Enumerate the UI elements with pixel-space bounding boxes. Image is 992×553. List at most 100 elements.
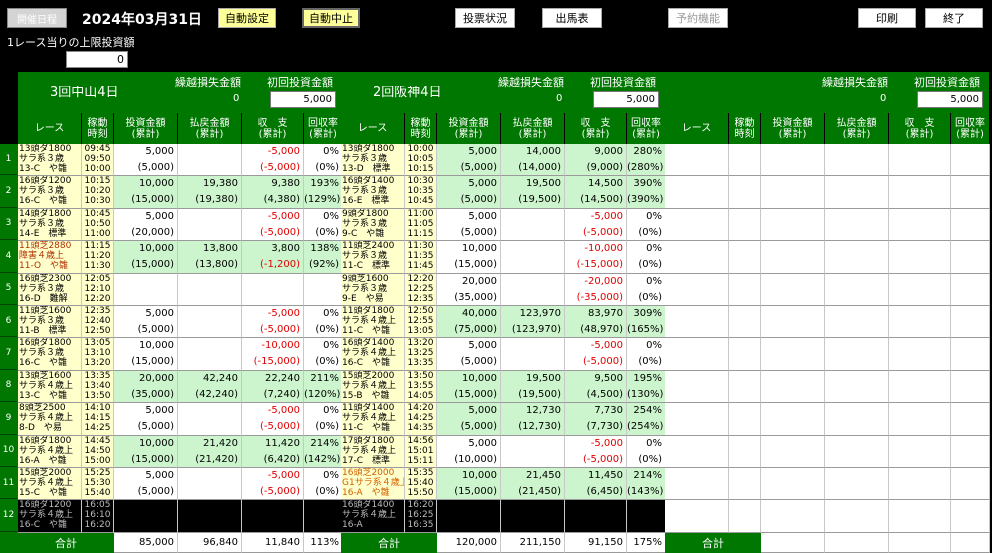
race-info-cell[interactable]: 16頭ダ1400 サラ系４歳上 16-A bbox=[341, 500, 405, 533]
row-number: 10 bbox=[0, 435, 17, 467]
race-info-line: サラ系３歳 bbox=[19, 348, 65, 359]
race-info-cell[interactable]: 11頭芝1600 サラ系３歳 11-B 標準 bbox=[18, 306, 82, 339]
profit-value: -10,000 bbox=[584, 243, 623, 255]
rate-value: (0%) bbox=[315, 356, 339, 368]
race-info-cell[interactable]: 9頭芝1600 サラ系３歳 9-E や易 bbox=[341, 273, 405, 306]
start-time: 13:55 bbox=[407, 380, 434, 391]
invest-value: 5,000 bbox=[145, 405, 174, 417]
race-info-cell[interactable] bbox=[665, 500, 729, 533]
invest-value: (15,000) bbox=[131, 356, 174, 368]
race-info-cell[interactable] bbox=[665, 176, 729, 209]
race-info-line: サラ系３歳 bbox=[342, 154, 388, 164]
payout-cell bbox=[825, 273, 889, 306]
profit-cell bbox=[889, 338, 951, 371]
race-info-cell[interactable]: 16頭ダ1800 サラ系４歳上 16-A や雛 bbox=[18, 435, 82, 468]
race-info-cell[interactable]: 16頭ダ1400 サラ系４歳上 16-C や雛 bbox=[341, 338, 405, 371]
payout-value: 12,730 bbox=[526, 405, 561, 417]
race-info-cell[interactable] bbox=[665, 338, 729, 371]
race-info-line: 11頭芝2880 bbox=[19, 241, 72, 252]
race-info-cell[interactable]: 11頭ダ1400 サラ系４歳上 11-C や雛 bbox=[341, 403, 405, 436]
column-header-text: (累計) bbox=[632, 128, 660, 140]
start-time-cell: 13:05 13:10 13:20 bbox=[82, 338, 114, 371]
race-info-line: 8-D や易 bbox=[19, 423, 62, 434]
column-header-text: 時刻 bbox=[410, 128, 431, 140]
race-info-line: サラ系３歳 bbox=[19, 283, 65, 294]
race-info-cell[interactable]: 16頭芝2300 サラ系３歳 16-D 難解 bbox=[18, 273, 82, 306]
start-time: 12:55 bbox=[407, 316, 434, 326]
race-info-cell[interactable]: 9頭ダ1800 サラ系３歳 9-C や雛 bbox=[341, 208, 405, 242]
start-time-cell bbox=[729, 435, 761, 468]
start-time-cell: 13:50 13:55 14:05 bbox=[405, 370, 437, 404]
profit-value: (6,450) bbox=[586, 486, 623, 497]
race-info-cell[interactable]: 16頭ダ1800 サラ系３歳 16-C や雛 bbox=[18, 338, 82, 371]
race-info-cell[interactable] bbox=[665, 208, 729, 242]
rate-value: 0% bbox=[646, 340, 662, 352]
race-info-cell[interactable] bbox=[665, 273, 729, 306]
race-info-cell[interactable]: 16頭ダ1200 サラ系３歳 16-C や雛 bbox=[18, 176, 82, 209]
payout-cell bbox=[501, 338, 565, 371]
rate-value: (0%) bbox=[638, 226, 662, 238]
column-header-text: 投資金額 bbox=[772, 117, 813, 129]
invest-cell: 5,000 (5,000) bbox=[437, 144, 501, 177]
entry-table-button[interactable]: 出馬表 bbox=[542, 8, 602, 28]
start-time: 16:25 bbox=[407, 510, 434, 521]
race-info-cell[interactable]: 11頭芝2400 サラ系３歳 11-C 標準 bbox=[341, 241, 405, 274]
row-number: 5 bbox=[0, 273, 17, 305]
start-time: 12:35 bbox=[84, 306, 111, 316]
vote-status-button[interactable]: 投票状況 bbox=[455, 8, 515, 28]
race-info-cell[interactable]: 17頭ダ1800 サラ系４歳上 17-C 標準 bbox=[341, 435, 405, 468]
race-info-cell[interactable] bbox=[665, 241, 729, 274]
invest-value: 5,000 bbox=[468, 210, 497, 222]
exit-button[interactable]: 終了 bbox=[925, 8, 983, 28]
row-number: 4 bbox=[0, 241, 17, 273]
start-time: 16:35 bbox=[407, 520, 434, 531]
start-time: 12:20 bbox=[407, 273, 434, 284]
race-info-cell[interactable]: 16頭ダ1400 サラ系３歳 16-E 標準 bbox=[341, 176, 405, 209]
race-info-cell[interactable]: 14頭ダ1800 サラ系３歳 14-E 標準 bbox=[18, 208, 82, 242]
race-info-cell[interactable] bbox=[665, 403, 729, 436]
race-info-cell[interactable]: 16頭芝2000 G1サラ系４歳上 16-A や雛 bbox=[341, 468, 405, 501]
race-info-cell[interactable]: 8頭芝2500 サラ系４歳上 8-D や易 bbox=[18, 403, 82, 436]
race-info-cell[interactable]: 11頭芝2880 障害４歳上 11-O や雛 bbox=[18, 241, 82, 274]
race-info-line: 16-C や雛 bbox=[19, 196, 67, 207]
column-header: 回収率 (累計) bbox=[304, 113, 343, 144]
column-header: 払戻金額 (累計) bbox=[825, 113, 889, 144]
race-info-cell[interactable]: 15頭芝2000 サラ系４歳上 15-C や雛 bbox=[18, 468, 82, 501]
race-info-line: 9-E や易 bbox=[342, 293, 384, 304]
profit-value: (-15,000) bbox=[253, 356, 300, 368]
start-time-cell: 16:20 16:25 16:35 bbox=[405, 500, 437, 533]
race-info-cell[interactable]: 13頭ダ1800 サラ系３歳 13-C や雛 bbox=[18, 144, 82, 177]
print-button[interactable]: 印刷 bbox=[858, 8, 916, 28]
column-header: 収 支 (累計) bbox=[889, 113, 951, 144]
initial-invest-input[interactable]: 5,000 bbox=[593, 91, 659, 108]
race-info-cell[interactable] bbox=[665, 370, 729, 404]
auto-stop-button[interactable]: 自動中止 bbox=[302, 8, 360, 28]
initial-invest-input[interactable]: 5,000 bbox=[917, 91, 983, 108]
race-info-line: 11-C 標準 bbox=[342, 261, 390, 272]
race-info-cell[interactable]: 16頭ダ1200 サラ系４歳上 16-C や雛 bbox=[18, 500, 82, 533]
invest-value: (20,000) bbox=[131, 226, 174, 238]
rate-cell bbox=[951, 306, 990, 339]
start-time: 14:45 bbox=[84, 435, 111, 446]
race-info-cell[interactable]: 15頭芝2000 サラ系４歳上 15-B や雛 bbox=[341, 370, 405, 404]
invest-value: (75,000) bbox=[454, 324, 497, 335]
rate-cell: 0% (0%) bbox=[627, 208, 666, 242]
race-info-cell[interactable] bbox=[665, 468, 729, 501]
start-time: 13:10 bbox=[84, 348, 111, 359]
payout-cell bbox=[178, 338, 242, 371]
initial-invest-input[interactable]: 5,000 bbox=[270, 91, 336, 108]
race-limit-input[interactable]: 0 bbox=[66, 51, 128, 68]
auto-setting-button[interactable]: 自動設定 bbox=[218, 8, 276, 28]
race-info-cell[interactable]: 13頭芝1600 サラ系４歳上 13-C や雛 bbox=[18, 370, 82, 404]
race-limit-label: 1レース当りの上限投資額 bbox=[7, 36, 135, 49]
race-info-cell[interactable]: 13頭ダ1800 サラ系３歳 13-D 標準 bbox=[341, 144, 405, 177]
rate-cell: 0% (0%) bbox=[627, 435, 666, 468]
profit-cell bbox=[565, 500, 627, 533]
start-time: 13:20 bbox=[407, 338, 434, 349]
race-info-cell[interactable] bbox=[665, 144, 729, 177]
date-label-button[interactable]: 開催日程 bbox=[7, 8, 67, 28]
reservation-button[interactable]: 予約機能 bbox=[668, 8, 728, 28]
race-info-cell[interactable]: 11頭ダ1800 サラ系４歳上 11-C や雛 bbox=[341, 306, 405, 339]
race-info-cell[interactable] bbox=[665, 306, 729, 339]
race-info-cell[interactable] bbox=[665, 435, 729, 468]
